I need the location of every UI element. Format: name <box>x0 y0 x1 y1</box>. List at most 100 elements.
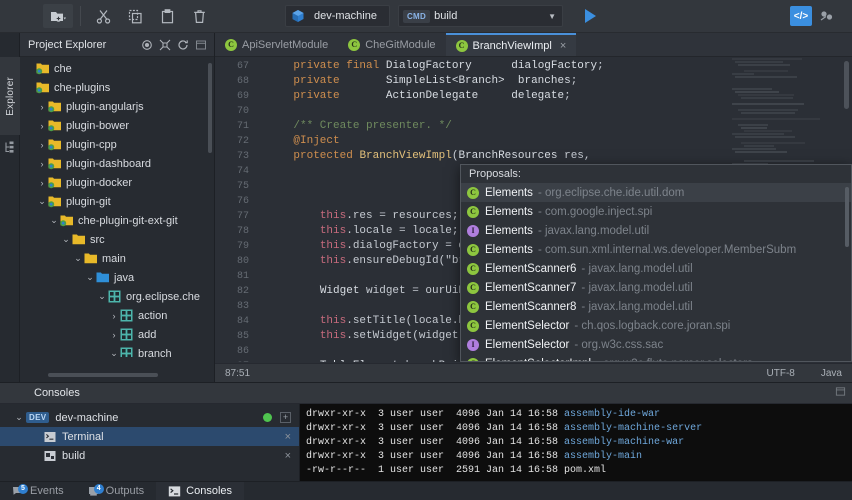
editor-tab-chegitmodule[interactable]: C CheGitModule <box>338 33 445 56</box>
preferences-icon[interactable] <box>813 4 843 28</box>
close-icon[interactable]: × <box>560 40 566 52</box>
tree-item[interactable]: ⌄ plugin-git <box>20 192 214 211</box>
proposal-item[interactable]: C ElementScanner7 - javax.lang.model.util <box>461 278 851 297</box>
tree-item[interactable]: › plugin-cpp <box>20 135 214 154</box>
proposal-item[interactable]: I ElementSelector - org.w3c.css.sac <box>461 335 851 354</box>
java-class-icon: C <box>467 357 479 361</box>
console-item-label: dev-machine <box>55 411 119 424</box>
proposal-item[interactable]: C Elements - org.eclipse.che.ide.util.dom <box>461 183 851 202</box>
chevron-down-icon[interactable]: ▼ <box>548 12 556 21</box>
tree-item[interactable]: › add <box>20 325 214 344</box>
refresh-icon[interactable] <box>174 36 192 54</box>
run-button[interactable] <box>577 4 603 28</box>
structure-icon[interactable] <box>4 141 16 153</box>
toolbar-edit-group <box>87 0 215 32</box>
tree-item[interactable]: › plugin-dashboard <box>20 154 214 173</box>
cut-icon[interactable] <box>88 4 118 28</box>
tree-item-label: che-plugins <box>54 81 111 94</box>
bottom-tab-events[interactable]: 5 Events <box>0 482 76 500</box>
collapse-icon[interactable] <box>156 36 174 54</box>
project-folder-icon <box>48 100 62 114</box>
tree-item[interactable]: › plugin-bower <box>20 116 214 135</box>
proposal-item[interactable]: C ElementScanner6 - javax.lang.model.util <box>461 259 851 278</box>
proposal-item[interactable]: C ElementSelectorImpl - org.w3c.flute.pars… <box>461 354 851 362</box>
tree-item[interactable]: ⌄ branch <box>20 344 214 357</box>
close-icon[interactable]: × <box>285 431 291 443</box>
chevron-right-icon[interactable]: › <box>36 178 48 188</box>
tree-item[interactable]: › plugin-angularjs <box>20 97 214 116</box>
proposal-name: ElementSelectorImpl <box>485 358 591 362</box>
line-number: 76 <box>236 196 249 207</box>
chevron-down-icon[interactable]: ⌄ <box>48 215 60 226</box>
chevron-right-icon[interactable]: › <box>108 330 120 340</box>
chevron-right-icon[interactable]: › <box>36 140 48 150</box>
editor-vertical-scrollbar[interactable] <box>844 61 849 109</box>
tree-item[interactable]: ⌄ src <box>20 230 214 249</box>
chevron-down-icon[interactable]: ⌄ <box>96 291 108 302</box>
activity-tab-explorer[interactable]: Explorer <box>0 57 20 135</box>
editor-body[interactable]: 67 68 69 70 71 72 73 74 75 76 77 78 79 80 81 82 83 84 85 86… <box>215 57 852 362</box>
java-class-icon: C <box>467 319 479 332</box>
editor-tab-bar[interactable]: C ApiServletModule C CheGitModule C BranchVie… <box>215 33 852 57</box>
terminal-line: drwxr-xr-x 3 user user 4096 Jan 14 16:58… <box>306 450 852 464</box>
console-tree-item[interactable]: Terminal × <box>0 427 299 446</box>
chevron-right-icon[interactable]: › <box>108 311 120 321</box>
tree-item[interactable]: ⌄ che-plugin-git-ext-git <box>20 211 214 230</box>
proposal-name: Elements <box>485 243 533 256</box>
chevron-right-icon[interactable]: › <box>36 102 48 112</box>
machine-selector[interactable]: dev-machine <box>285 5 390 27</box>
bottom-tab-outputs[interactable]: 4 Outputs <box>76 482 157 500</box>
code-line: private final DialogFactory dialogFactor… <box>293 60 604 72</box>
code-view-button[interactable]: </> <box>790 6 812 26</box>
console-tree-item[interactable]: build × <box>0 446 299 465</box>
tree-item[interactable]: che <box>20 59 214 78</box>
explorer-vertical-scrollbar[interactable] <box>208 63 212 153</box>
autocomplete-popup[interactable]: Proposals: C Elements - org.eclipse.che.id… <box>460 164 852 362</box>
copy-icon[interactable] <box>120 4 150 28</box>
paste-icon[interactable] <box>152 4 182 28</box>
chevron-down-icon[interactable]: ⌄ <box>36 196 48 207</box>
proposal-item[interactable]: C Elements - com.sun.xml.internal.ws.devel… <box>461 240 851 259</box>
maximize-icon[interactable] <box>835 386 846 400</box>
chevron-down-icon[interactable]: ⌄ <box>60 234 72 245</box>
console-tree-item[interactable]: ⌄ DEV dev-machine + <box>0 408 299 427</box>
new-project-icon[interactable] <box>43 4 73 28</box>
proposal-item[interactable]: C ElementSelector - ch.qos.logback.core.jo… <box>461 316 851 335</box>
target-icon[interactable] <box>138 36 156 54</box>
chevron-right-icon[interactable]: › <box>36 159 48 169</box>
terminal-output[interactable]: drwxr-xr-x 3 user user 4096 Jan 14 16:58… <box>300 404 852 482</box>
bottom-tab-bar[interactable]: 5 Events 4 Outputs Consoles <box>0 481 852 500</box>
chevron-down-icon[interactable]: ⌄ <box>12 412 26 423</box>
chevron-down-icon[interactable]: ⌄ <box>108 348 120 357</box>
chevron-down-icon[interactable]: ⌄ <box>72 253 84 264</box>
delete-icon[interactable] <box>184 4 214 28</box>
line-number: 80 <box>236 256 249 267</box>
explorer-horizontal-scrollbar[interactable] <box>48 373 158 377</box>
close-icon[interactable]: × <box>285 450 291 462</box>
terminal-line-name: assembly-ide-war <box>564 409 661 420</box>
proposal-item[interactable]: I Elements - javax.lang.model.util <box>461 221 851 240</box>
proposals-scrollbar[interactable] <box>845 187 849 247</box>
proposal-item[interactable]: C ElementScanner8 - javax.lang.model.util <box>461 297 851 316</box>
editor-tab-branchviewimpl[interactable]: C BranchViewImpl × <box>445 33 577 56</box>
tree-item[interactable]: › plugin-docker <box>20 173 214 192</box>
console-tree[interactable]: ⌄ DEV dev-machine + Terminal × build × <box>0 404 300 482</box>
proposals-list[interactable]: C Elements - org.eclipse.che.ide.util.dom C… <box>461 183 851 362</box>
chevron-down-icon[interactable]: ⌄ <box>84 272 96 283</box>
editor-tab-apiservletmodule[interactable]: C ApiServletModule <box>215 33 338 56</box>
bottom-tab-consoles[interactable]: Consoles <box>156 482 245 500</box>
maximize-icon[interactable] <box>192 36 210 54</box>
tree-item[interactable]: ⌄ org.eclipse.che <box>20 287 214 306</box>
line-number: 68 <box>236 76 249 87</box>
chevron-right-icon[interactable]: › <box>36 121 48 131</box>
tree-item[interactable]: ⌄ main <box>20 249 214 268</box>
tree-item[interactable]: ⌄ java <box>20 268 214 287</box>
command-selector[interactable]: CMD build ▼ <box>397 5 563 27</box>
tree-item[interactable]: che-plugins <box>20 78 214 97</box>
terminal-line: drwxr-xr-x 3 user user 4096 Jan 14 16:58… <box>306 436 852 450</box>
proposal-item[interactable]: C Elements - com.google.inject.spi <box>461 202 851 221</box>
project-tree[interactable]: che che-plugins › plugin-angularjs › plugi… <box>20 57 214 357</box>
add-terminal-button[interactable]: + <box>280 412 291 423</box>
line-number: 70 <box>236 106 249 117</box>
tree-item[interactable]: › action <box>20 306 214 325</box>
